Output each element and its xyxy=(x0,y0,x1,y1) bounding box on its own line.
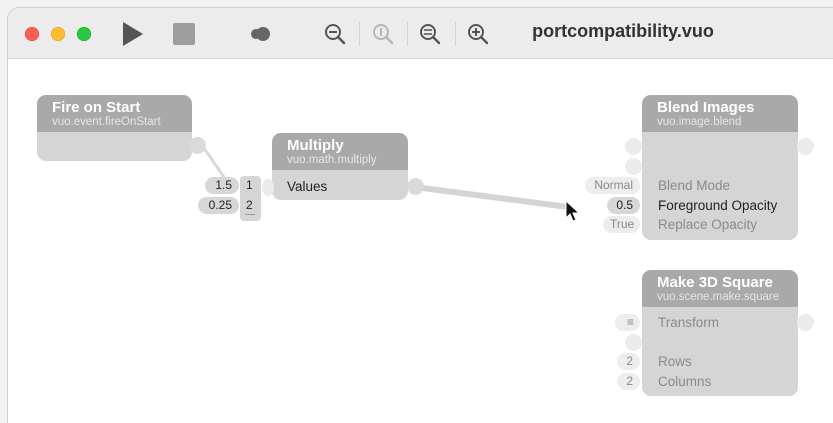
list-drawer-handle[interactable] xyxy=(245,214,255,215)
zoom-in-button[interactable] xyxy=(466,22,490,46)
output-port-object[interactable] xyxy=(797,314,814,331)
constant-value[interactable]: True xyxy=(603,216,640,233)
toolbar-separator xyxy=(455,22,456,46)
title-bar: portcompatibility.vuo xyxy=(8,8,833,59)
node-header: Make 3D Square vuo.scene.make.square xyxy=(642,270,798,307)
node-header: Blend Images vuo.image.blend xyxy=(642,95,798,132)
output-port-started[interactable] xyxy=(189,137,206,154)
constant-value[interactable]: 2 xyxy=(617,373,640,390)
actual-size-icon xyxy=(373,24,394,45)
composition-canvas[interactable]: Fire on Start vuo.event.fireOnStart Mult… xyxy=(8,59,833,423)
node-title: Make 3D Square xyxy=(657,274,773,291)
show-events-icon xyxy=(251,27,270,41)
node-class-name: vuo.event.fireOnStart xyxy=(52,116,161,128)
actual-size-button[interactable] xyxy=(371,22,395,46)
window-title: portcompatibility.vuo xyxy=(532,21,714,41)
output-port-product[interactable] xyxy=(407,178,424,195)
constant-value[interactable]: 0.25 xyxy=(198,197,239,214)
input-port-values[interactable] xyxy=(262,179,274,196)
toolbar-separator xyxy=(407,22,408,46)
zoom-in-icon xyxy=(468,24,489,45)
run-icon xyxy=(123,22,143,46)
node-fire-on-start[interactable]: Fire on Start vuo.event.fireOnStart xyxy=(37,95,192,161)
list-item-index: 1 xyxy=(246,178,253,192)
port-label-transform: Transform xyxy=(658,315,720,330)
input-port-refresh[interactable] xyxy=(625,138,642,155)
input-port-background[interactable] xyxy=(625,158,642,175)
stop-button[interactable] xyxy=(170,20,198,48)
output-port-blended-image[interactable] xyxy=(797,138,814,155)
data-cable[interactable] xyxy=(412,184,571,210)
node-title: Blend Images xyxy=(657,99,755,116)
stop-icon xyxy=(173,23,195,45)
node-class-name: vuo.image.blend xyxy=(657,116,742,128)
port-label-replace-opacity: Replace Opacity xyxy=(658,217,758,232)
zoom-out-button[interactable] xyxy=(323,22,347,46)
port-label-foreground-opacity: Foreground Opacity xyxy=(658,198,778,213)
node-class-name: vuo.scene.make.square xyxy=(657,291,780,303)
port-label-values: Values xyxy=(287,179,328,194)
zoom-window-button[interactable] xyxy=(77,27,91,41)
list-drawer[interactable]: 1 2 xyxy=(240,176,261,221)
composition-window: portcompatibility.vuo Fire on Start vuo.… xyxy=(8,8,833,423)
node-header: Multiply vuo.math.multiply xyxy=(272,133,408,170)
list-item-index: 2 xyxy=(246,198,253,212)
constant-value[interactable]: 0.5 xyxy=(607,197,640,214)
port-label-rows: Rows xyxy=(658,354,692,369)
close-window-button[interactable] xyxy=(25,27,39,41)
port-label-blend-mode: Blend Mode xyxy=(658,178,731,193)
transform-value[interactable]: ≡ xyxy=(615,314,640,331)
constant-value[interactable]: 1.5 xyxy=(205,177,239,194)
input-port-material[interactable] xyxy=(625,334,642,351)
run-button[interactable] xyxy=(118,20,146,48)
node-header: Fire on Start vuo.event.fireOnStart xyxy=(37,95,192,132)
zoom-out-icon xyxy=(325,24,346,45)
zoom-to-fit-button[interactable] xyxy=(418,22,442,46)
node-title: Multiply xyxy=(287,137,344,154)
constant-value[interactable]: Normal xyxy=(585,177,640,194)
constant-value[interactable]: 2 xyxy=(617,353,640,370)
mouse-cursor-icon xyxy=(565,200,581,222)
zoom-to-fit-icon xyxy=(420,24,441,45)
port-label-columns: Columns xyxy=(658,374,712,389)
node-title: Fire on Start xyxy=(52,99,141,116)
show-events-button[interactable] xyxy=(246,22,274,46)
minimize-window-button[interactable] xyxy=(51,27,65,41)
toolbar-separator xyxy=(359,22,360,46)
node-class-name: vuo.math.multiply xyxy=(287,154,377,166)
